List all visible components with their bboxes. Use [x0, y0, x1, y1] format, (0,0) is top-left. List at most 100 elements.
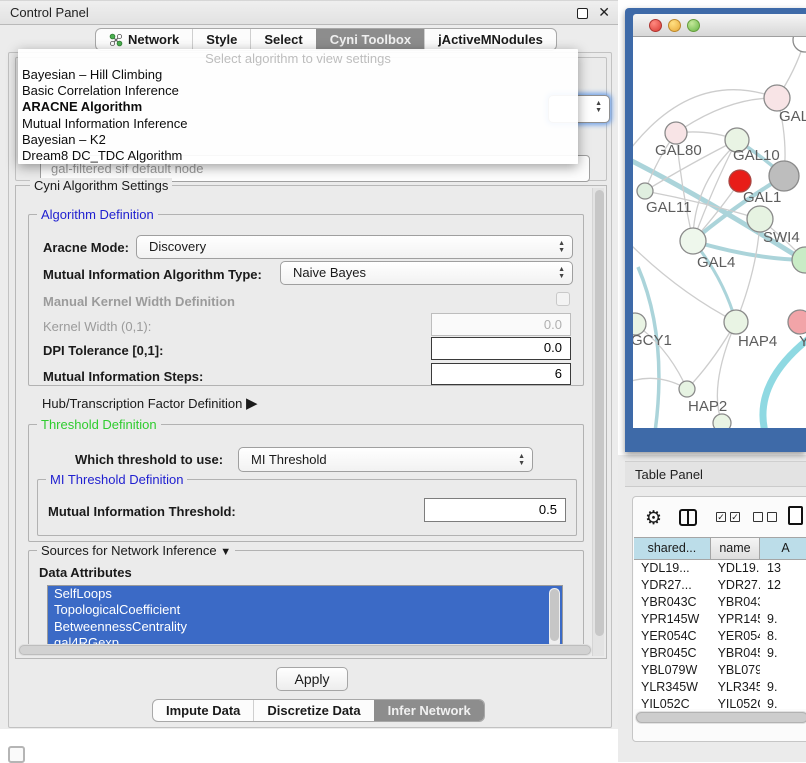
dropdown-prompt: Select algorithm to view settings	[18, 50, 578, 67]
mi-type-select[interactable]: Naive Bayes ▲▼	[280, 261, 573, 285]
tab-select[interactable]: Select	[250, 29, 315, 50]
table-row[interactable]: YBL079WYBL079W	[634, 662, 806, 679]
algorithm-option[interactable]: Bayesian – K2	[18, 132, 578, 148]
which-threshold-select[interactable]: MI Threshold ▲▼	[238, 447, 533, 472]
hub-definition-toggle[interactable]: Hub/Transcription Factor Definition ▶	[42, 394, 258, 412]
table-row[interactable]: YDR27...YDR27...12	[634, 577, 806, 594]
new-document-icon[interactable]	[788, 506, 803, 525]
node-label: GAL11	[646, 199, 692, 216]
algorithm-option[interactable]: Basic Correlation Inference	[18, 83, 578, 99]
network-view-window[interactable]: GALGAL80GAL10GAL1GAL11SWI4GAL4GCY1HAP4YH…	[625, 8, 806, 452]
table-cell: YDL19...	[634, 560, 711, 577]
gear-icon[interactable]: ⚙	[645, 507, 662, 530]
split-columns-icon[interactable]	[679, 509, 697, 526]
cyni-algorithm-settings-box: Cyni Algorithm Settings Algorithm Defini…	[15, 185, 607, 659]
table-row[interactable]: YER054CYER054C8.	[634, 628, 806, 645]
tab-infer-network[interactable]: Infer Network	[374, 700, 484, 721]
table-panel: ⚙ ✓ ✓ shared... name A YDL19...YDL19...1…	[632, 496, 806, 742]
hub-definition-label: Hub/Transcription Factor Definition	[42, 396, 242, 411]
dpi-tolerance-field[interactable]: 0.0	[431, 337, 571, 360]
network-edge[interactable]	[763, 337, 806, 428]
table-row[interactable]: YBR045CYBR045C9.	[634, 645, 806, 662]
table-horizontal-scrollbar[interactable]	[635, 711, 806, 724]
network-node[interactable]	[788, 310, 806, 334]
data-attribute-item[interactable]: SelfLoops	[48, 586, 562, 602]
table-row[interactable]: YDL19...YDL19...13	[634, 560, 806, 577]
minimize-light-icon[interactable]	[668, 19, 681, 32]
table-row[interactable]: YPR145WYPR145W9.	[634, 611, 806, 628]
close-light-icon[interactable]	[649, 19, 662, 32]
table-row[interactable]: YBR043CYBR043C	[634, 594, 806, 611]
tab-style[interactable]: Style	[192, 29, 250, 50]
table-cell: 9.	[760, 679, 806, 696]
zoom-light-icon[interactable]	[687, 19, 700, 32]
table-header: shared... name A	[634, 537, 806, 560]
screen: { "colors": { "selection_blue": "#3b6ac6…	[0, 0, 806, 762]
algorithm-option[interactable]: ARACNE Algorithm	[18, 99, 578, 115]
table-row[interactable]: YLR345WYLR345W9.	[634, 679, 806, 696]
tab-discretize-data[interactable]: Discretize Data	[253, 700, 373, 721]
stepper-icon: ▲▼	[558, 266, 565, 280]
mi-threshold-box-title: MI Threshold Definition	[46, 472, 187, 487]
stepper-icon: ▲▼	[595, 100, 602, 114]
sources-toggle[interactable]: Sources for Network Inference ▼	[37, 543, 235, 558]
network-node[interactable]	[665, 122, 687, 144]
algorithm-option[interactable]: Dream8 DC_TDC Algorithm	[18, 148, 578, 164]
table-cell: YIL052C	[634, 696, 711, 709]
settings-vertical-scrollbar[interactable]	[592, 188, 604, 656]
sources-box: Sources for Network Inference ▼ Data Att…	[28, 550, 584, 654]
network-node[interactable]	[637, 183, 653, 199]
close-icon[interactable]: ✕	[598, 4, 610, 21]
network-node[interactable]	[679, 381, 695, 397]
tab-jactivemnodules[interactable]: jActiveMNodules	[424, 29, 556, 50]
kernel-width-field[interactable]: 0.0	[431, 313, 571, 336]
settings-horizontal-scrollbar[interactable]	[18, 644, 592, 656]
float-window-icon[interactable]	[577, 8, 588, 19]
network-node[interactable]	[769, 161, 799, 191]
node-label: HAP2	[688, 398, 727, 415]
manual-kernel-checkbox[interactable]	[556, 292, 570, 306]
column-header-name[interactable]: name	[711, 538, 760, 559]
data-attribute-item[interactable]: TopologicalCoefficient	[48, 602, 562, 618]
floating-panel-icon[interactable]	[8, 746, 25, 763]
kernel-width-label: Kernel Width (0,1):	[43, 319, 151, 334]
mi-threshold-field[interactable]: 0.5	[424, 498, 566, 522]
network-node[interactable]	[713, 414, 731, 428]
table-row[interactable]: YIL052CYIL052C9.	[634, 696, 806, 709]
column-header-shared-name[interactable]: shared...	[634, 538, 711, 559]
tab-impute-data[interactable]: Impute Data	[153, 700, 253, 721]
table-cell: YIL052C	[711, 696, 760, 709]
network-node[interactable]	[793, 37, 806, 52]
network-edge[interactable]	[676, 98, 777, 133]
aracne-mode-select[interactable]: Discovery ▲▼	[136, 235, 573, 259]
network-node[interactable]	[724, 310, 748, 334]
unchecked-checkbox-icon[interactable]	[753, 512, 763, 522]
network-node[interactable]	[792, 247, 806, 273]
checked-checkbox-icon[interactable]: ✓	[716, 512, 726, 522]
network-edge[interactable]	[736, 219, 760, 322]
column-header-partial[interactable]: A	[760, 538, 806, 559]
tab-network[interactable]: Network	[96, 29, 192, 50]
node-label: SWI4	[763, 229, 800, 246]
network-node[interactable]	[680, 228, 706, 254]
table-cell: YLR345W	[634, 679, 711, 696]
algorithm-option[interactable]: Bayesian – Hill Climbing	[18, 67, 578, 83]
network-canvas[interactable]: GALGAL80GAL10GAL1GAL11SWI4GAL4GCY1HAP4YH…	[633, 37, 806, 428]
mi-steps-field[interactable]: 6	[431, 363, 571, 385]
mi-threshold-label: Mutual Information Threshold:	[48, 504, 236, 519]
checked-checkbox-icon[interactable]: ✓	[730, 512, 740, 522]
table-cell	[760, 594, 806, 611]
algorithm-option[interactable]: Mutual Information Inference	[18, 116, 578, 132]
tab-cyni-toolbox[interactable]: Cyni Toolbox	[316, 29, 424, 50]
table-cell: YBR043C	[634, 594, 711, 611]
algorithm-definition-box: Algorithm Definition Aracne Mode: Discov…	[28, 214, 584, 386]
threshold-definition-box: Threshold Definition Which threshold to …	[28, 424, 584, 542]
list-scrollbar[interactable]	[549, 588, 560, 648]
node-label: HAP4	[738, 333, 777, 350]
control-panel-titlebar: Control Panel ✕	[0, 0, 618, 25]
data-attribute-item[interactable]: BetweennessCentrality	[48, 619, 562, 635]
table-cell: 13	[760, 560, 806, 577]
apply-button[interactable]: Apply	[276, 667, 348, 691]
table-cell: YPR145W	[634, 611, 711, 628]
unchecked-checkbox-icon[interactable]	[767, 512, 777, 522]
